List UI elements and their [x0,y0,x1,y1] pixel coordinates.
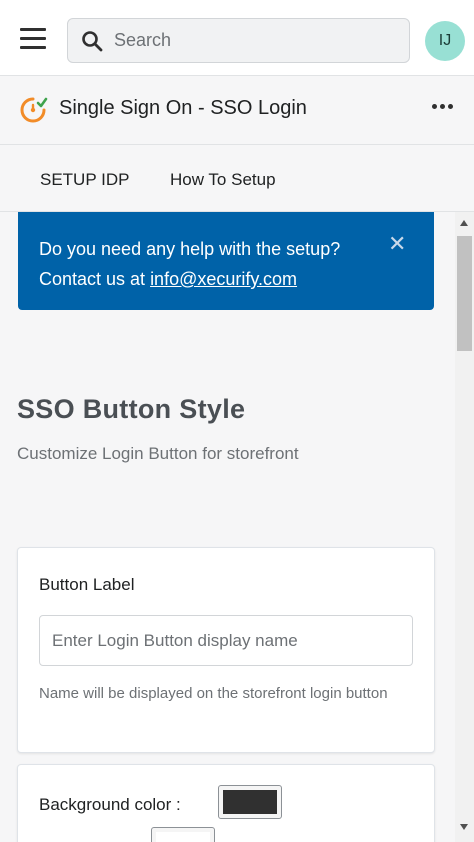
contact-email-link[interactable]: info@xecurify.com [150,269,297,289]
scrollbar[interactable] [455,212,474,842]
avatar[interactable]: IJ [425,21,465,61]
banner-line-2-prefix: Contact us at [39,269,151,289]
banner-line-1: Do you need any help with the setup? [39,239,341,259]
banner-text: Do you need any help with the setup? Con… [39,234,340,294]
color-card: Background color : [17,764,435,842]
section-subtitle: Customize Login Button for storefront [17,444,299,463]
close-icon[interactable]: ✕ [388,232,406,256]
button-label-help: Name will be displayed on the storefront… [39,685,388,702]
scrollbar-thumb[interactable] [457,236,472,351]
search-input[interactable] [114,19,394,62]
app-header: Single Sign On - SSO Login [0,77,474,145]
top-bar: IJ [0,0,474,76]
page-title: Single Sign On - SSO Login [59,97,307,119]
main-content: Do you need any help with the setup? Con… [0,212,455,842]
scroll-up-arrow-icon[interactable] [460,220,468,226]
background-color-label: Background color : [39,795,181,814]
button-label-heading: Button Label [39,575,135,594]
tab-setup-idp[interactable]: SETUP IDP [40,170,129,190]
search-box[interactable] [67,18,410,63]
background-color-swatch [223,790,277,814]
tab-how-to-setup[interactable]: How To Setup [170,170,276,190]
button-label-card: Button Label Name will be displayed on t… [17,547,435,753]
section-title: SSO Button Style [17,394,246,424]
button-label-input[interactable] [39,615,413,666]
banner-line-2: Contact us at info@xecurify.com [39,264,340,294]
text-color-picker[interactable] [151,827,215,842]
search-icon [82,31,103,52]
sso-logo-icon [20,97,48,123]
text-color-swatch [156,832,210,842]
menu-icon[interactable] [20,28,48,50]
help-banner: Do you need any help with the setup? Con… [18,212,434,310]
ellipsis-icon[interactable] [430,97,456,117]
nav-tabs: SETUP IDP How To Setup [0,146,474,212]
background-color-picker[interactable] [218,785,282,819]
scroll-down-arrow-icon[interactable] [460,824,468,830]
